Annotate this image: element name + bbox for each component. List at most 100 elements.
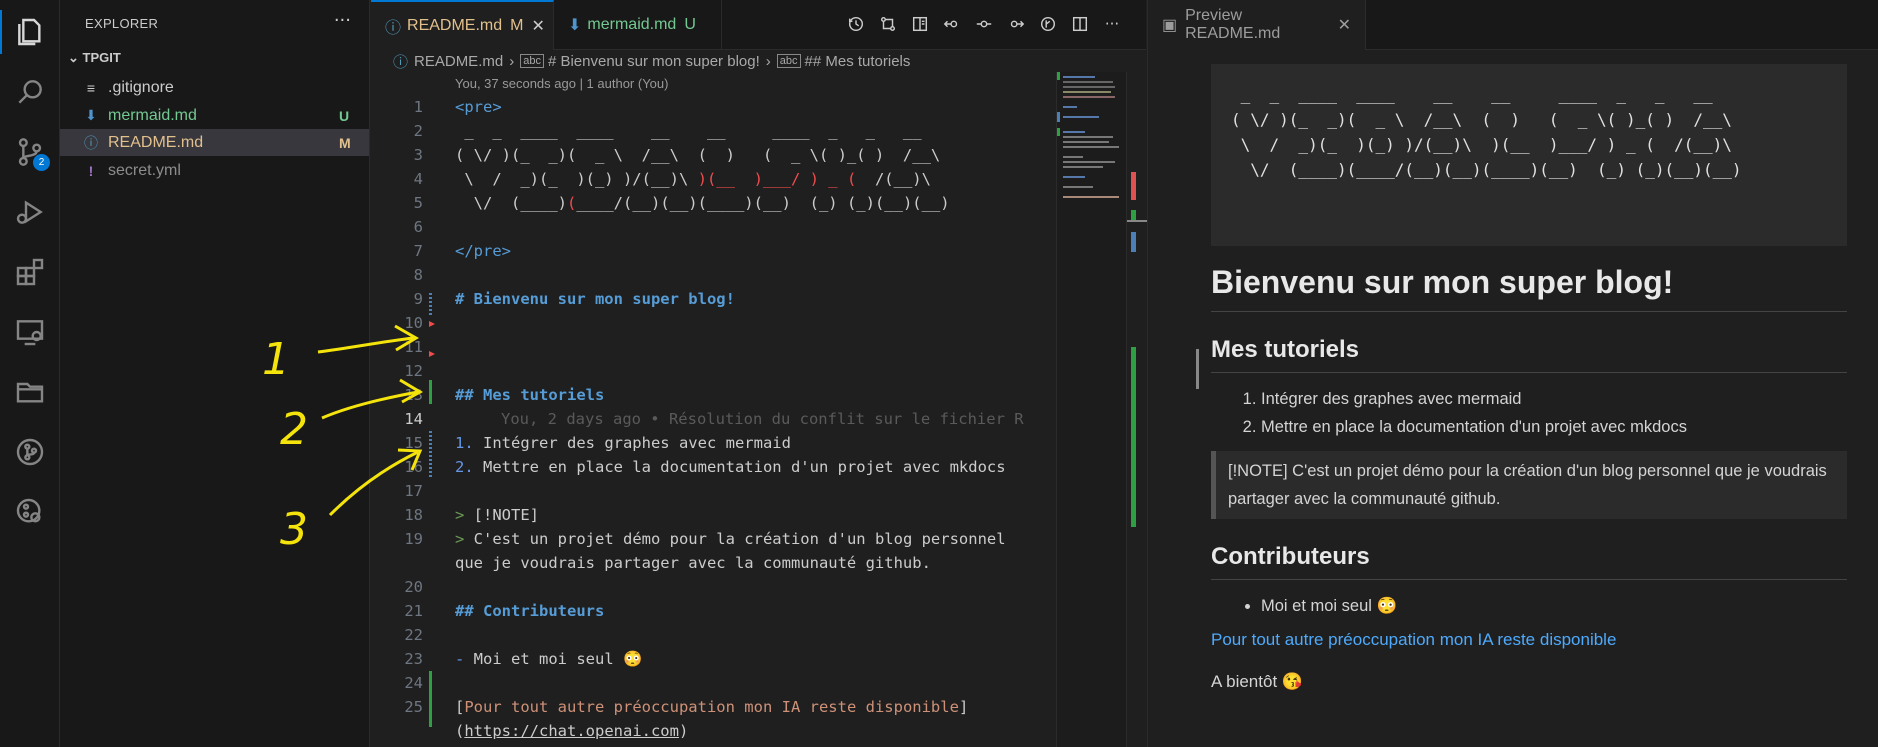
compare-changes-icon[interactable] xyxy=(878,14,898,34)
list-item: Moi et moi seul 😳 xyxy=(1261,592,1847,620)
close-icon[interactable]: ✕ xyxy=(531,16,544,36)
more-actions-icon[interactable]: ··· xyxy=(334,10,351,31)
minimap-render xyxy=(1057,72,1119,198)
scroll-sync-marker xyxy=(1196,349,1199,389)
close-icon[interactable]: ✕ xyxy=(1338,15,1351,35)
code-area[interactable]: 1 2 3 4 5 6 7 8 9 10 11 12 13 14 15 16 1… xyxy=(371,95,1056,747)
git-history-icon[interactable] xyxy=(0,484,60,540)
list-item: Mettre en place la documentation d'un pr… xyxy=(1261,413,1847,441)
commit-icon[interactable] xyxy=(974,14,994,34)
markdown-preview: ▣ Preview README.md ✕ _ _ ____ ____ __ _… xyxy=(1147,0,1878,747)
git-graph-icon[interactable] xyxy=(0,424,60,480)
remote-explorer-icon[interactable] xyxy=(0,304,60,360)
gutter-added-marker xyxy=(429,380,432,404)
inline-blame[interactable]: You, 2 days ago • Résolution du conflit … xyxy=(501,407,1024,431)
line-number: 3 xyxy=(413,146,423,164)
tab-readme[interactable]: ⓘ README.md M ✕ xyxy=(371,0,554,50)
more-actions-icon[interactable]: ··· xyxy=(1102,14,1122,34)
editor-tabs: ⓘ README.md M ✕ ⬇ mermaid.md U ··· xyxy=(371,0,1146,50)
line-number: 9 xyxy=(413,290,423,308)
open-preview-icon[interactable] xyxy=(910,14,930,34)
code-line: \/ (____)(____/(__)(__)(____)(__) (_) (_… xyxy=(455,194,950,212)
file-item-gitignore[interactable]: ≡ .gitignore xyxy=(60,74,369,101)
chevron-right-icon: › xyxy=(765,52,771,70)
code-line: _ _ ____ ____ __ __ ____ _ _ __ xyxy=(455,122,922,140)
code-line-h1: # Bienvenu sur mon super blog! xyxy=(455,290,735,308)
yaml-icon: ! xyxy=(88,162,94,179)
go-back-icon[interactable] xyxy=(942,14,962,34)
source-control-icon[interactable]: 2 xyxy=(0,124,60,180)
line-number: 24 xyxy=(404,674,423,692)
preview-content: _ _ ____ ____ __ __ ____ _ _ __ ( \/ )(_… xyxy=(1211,64,1847,692)
line-number: 22 xyxy=(404,626,423,644)
tab-status: M xyxy=(510,17,524,34)
symbol-string-icon: abc xyxy=(520,54,544,68)
code-line-wrap: (https://chat.openai.com) xyxy=(455,722,689,740)
line-number: 21 xyxy=(404,602,423,620)
info-icon: ⓘ xyxy=(393,53,409,71)
go-forward-icon[interactable] xyxy=(1006,14,1026,34)
line-number: 10 xyxy=(404,314,423,332)
preview-h2-contrib: Contributeurs xyxy=(1211,543,1847,580)
note-blockquote: [!NOTE] C'est un projet démo pour la cré… xyxy=(1211,451,1847,519)
activity-bar: 2 xyxy=(0,0,60,747)
folder-icon[interactable] xyxy=(0,364,60,420)
code-line: </pre> xyxy=(455,242,511,260)
git-lens-icon[interactable] xyxy=(1038,14,1058,34)
markdown-download-icon: ⬇ xyxy=(568,17,582,34)
explorer-sidebar: EXPLORER ··· ⌄ TPGIT ≡ .gitignore ⬇ merm… xyxy=(60,0,370,747)
breadcrumb-h2[interactable]: ## Mes tutoriels xyxy=(805,53,911,70)
preview-icon: ▣ xyxy=(1162,17,1178,34)
scroll-marker-added xyxy=(1131,347,1136,527)
line-number: 6 xyxy=(413,218,423,236)
breadcrumb-h1[interactable]: # Bienvenu sur mon super blog! xyxy=(548,53,760,70)
preview-tabs: ▣ Preview README.md ✕ xyxy=(1148,0,1878,50)
tab-label: Preview README.md xyxy=(1185,7,1281,42)
code-line: 2. Mettre en place la documentation d'un… xyxy=(455,458,1006,476)
file-item-readme[interactable]: ⓘ README.md M xyxy=(60,129,369,156)
file-name: secret.yml xyxy=(108,161,181,179)
codelens-blame[interactable]: You, 37 seconds ago | 1 author (You) xyxy=(455,76,668,91)
tutorial-list: Intégrer des graphes avec mermaid Mettre… xyxy=(1261,385,1847,441)
line-number: 13 xyxy=(404,386,423,404)
run-debug-icon[interactable] xyxy=(0,184,60,240)
file-item-mermaid[interactable]: ⬇ mermaid.md U xyxy=(60,102,369,129)
line-number: 1 xyxy=(413,98,423,116)
editor-scrollbar[interactable] xyxy=(1126,72,1147,747)
project-folder[interactable]: ⌄ TPGIT xyxy=(68,50,121,66)
explorer-title: EXPLORER xyxy=(85,16,159,31)
code-line: > [!NOTE] xyxy=(455,506,539,524)
explorer-icon[interactable] xyxy=(0,4,60,60)
scroll-marker-modified xyxy=(1131,232,1136,252)
line-number: 11 xyxy=(404,338,423,356)
code-line-wrap: que je voudrais partager avec la communa… xyxy=(455,554,931,572)
line-number: 16 xyxy=(404,458,423,476)
editor-group: ⓘ README.md M ✕ ⬇ mermaid.md U ··· ⓘ REA… xyxy=(371,0,1147,747)
info-icon: ⓘ xyxy=(385,20,402,37)
minimap[interactable] xyxy=(1056,72,1126,747)
file-name: .gitignore xyxy=(108,78,174,96)
timeline-icon[interactable] xyxy=(846,14,866,34)
line-number: 5 xyxy=(413,194,423,212)
code-line: > C'est un projet démo pour la création … xyxy=(455,530,1006,548)
ascii-art-block: _ _ ____ ____ __ __ ____ _ _ __ ( \/ )(_… xyxy=(1211,64,1847,246)
scroll-thumb xyxy=(1127,220,1147,222)
gutter-modified-marker xyxy=(429,293,432,317)
tab-label: mermaid.md xyxy=(587,16,677,33)
scroll-marker-deleted xyxy=(1131,172,1136,200)
tab-mermaid[interactable]: ⬇ mermaid.md U xyxy=(554,0,722,50)
extensions-icon[interactable] xyxy=(0,244,60,300)
split-editor-icon[interactable] xyxy=(1070,14,1090,34)
file-name: README.md xyxy=(108,133,204,151)
line-number: 23 xyxy=(404,650,423,668)
gutter-modified-marker xyxy=(429,431,432,479)
contributor-list: Moi et moi seul 😳 xyxy=(1261,592,1847,620)
breadcrumb: ⓘ README.md › abc # Bienvenu sur mon sup… xyxy=(393,50,910,72)
chat-link[interactable]: Pour tout autre préoccupation mon IA res… xyxy=(1211,630,1847,650)
code-line-h2: ## Contributeurs xyxy=(455,602,605,620)
scm-badge: 2 xyxy=(33,154,50,171)
search-icon[interactable] xyxy=(0,64,60,120)
file-item-secret[interactable]: ! secret.yml xyxy=(60,157,369,184)
tab-preview[interactable]: ▣ Preview README.md ✕ xyxy=(1148,0,1366,50)
breadcrumb-file[interactable]: README.md xyxy=(414,53,503,70)
